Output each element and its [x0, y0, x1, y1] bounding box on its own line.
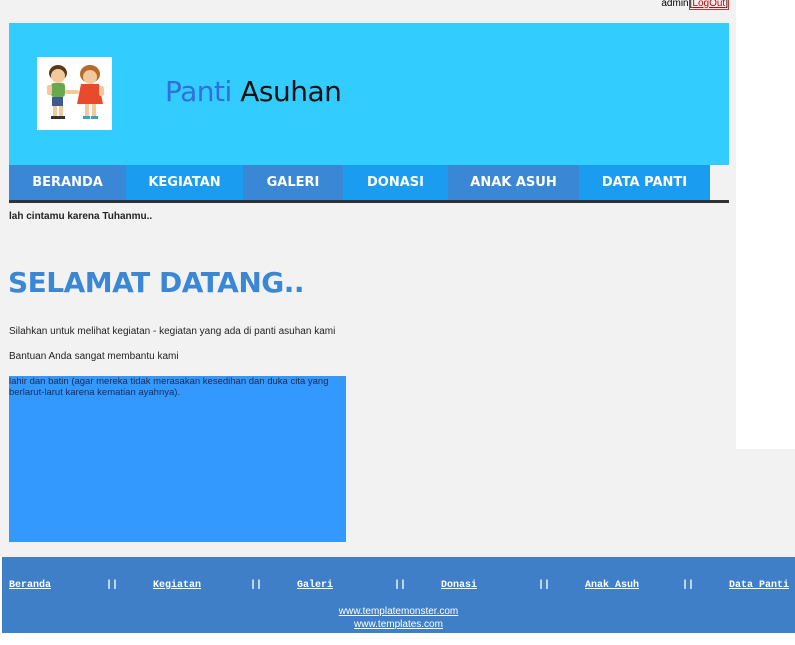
site-header: Panti Asuhan	[9, 23, 729, 165]
site-footer: Beranda || Kegiatan || Galeri || Donasi …	[2, 557, 795, 633]
marquee-text: lah cintamu karena Tuhanmu..	[9, 211, 153, 222]
footer-separator: ||	[682, 580, 695, 591]
scrolling-text: lahir dan batin (agar mereka tidak meras…	[9, 376, 329, 398]
intro-paragraph: Silahkan untuk melihat kegiatan - kegiat…	[9, 326, 336, 337]
footer-separator: ||	[394, 580, 407, 591]
support-paragraph: Bantuan Anda sangat membantu kami	[9, 351, 179, 362]
admin-bar: admin[LogOut]	[661, 0, 729, 10]
scrolling-text-box[interactable]: lahir dan batin (agar mereka tidak meras…	[9, 376, 346, 542]
logout-bracket-close: ]	[725, 0, 728, 9]
footer-link-anak-asuh[interactable]: Anak Asuh	[585, 580, 639, 591]
footer-link-data-panti[interactable]: Data Panti	[729, 580, 789, 591]
welcome-heading: SELAMAT DATANG..	[8, 266, 305, 299]
nav-item-galeri[interactable]: GALERI	[243, 165, 343, 200]
main-nav: BERANDA KEGIATAN GALERI DONASI ANAK ASUH…	[9, 165, 729, 203]
children-logo-icon	[47, 65, 104, 119]
footer-separator: ||	[106, 580, 119, 591]
site-title-part1: Panti	[165, 75, 232, 108]
footer-nav: Beranda || Kegiatan || Galeri || Donasi …	[2, 580, 795, 594]
logout-link[interactable]: LogOut	[692, 0, 725, 9]
nav-item-data-panti[interactable]: DATA PANTI	[579, 165, 710, 200]
footer-link-donasi[interactable]: Donasi	[441, 580, 477, 591]
logout-wrapper: [LogOut]	[688, 0, 729, 10]
credit-templates-link[interactable]: www.templates.com	[2, 619, 795, 630]
footer-separator: ||	[538, 580, 551, 591]
credit-templatemonster-link[interactable]: www.templatemonster.com	[2, 606, 795, 617]
footer-link-galeri[interactable]: Galeri	[297, 580, 333, 591]
nav-item-beranda[interactable]: BERANDA	[9, 165, 126, 200]
nav-item-anak-asuh[interactable]: ANAK ASUH	[448, 165, 579, 200]
site-title-part2: Asuhan	[240, 75, 342, 108]
admin-username: admin	[661, 0, 689, 9]
site-title: Panti Asuhan	[165, 75, 342, 108]
footer-separator: ||	[250, 580, 263, 591]
nav-item-kegiatan[interactable]: KEGIATAN	[126, 165, 243, 200]
nav-item-donasi[interactable]: DONASI	[343, 165, 448, 200]
site-logo	[37, 57, 112, 130]
footer-link-beranda[interactable]: Beranda	[9, 580, 51, 591]
footer-link-kegiatan[interactable]: Kegiatan	[153, 580, 201, 591]
